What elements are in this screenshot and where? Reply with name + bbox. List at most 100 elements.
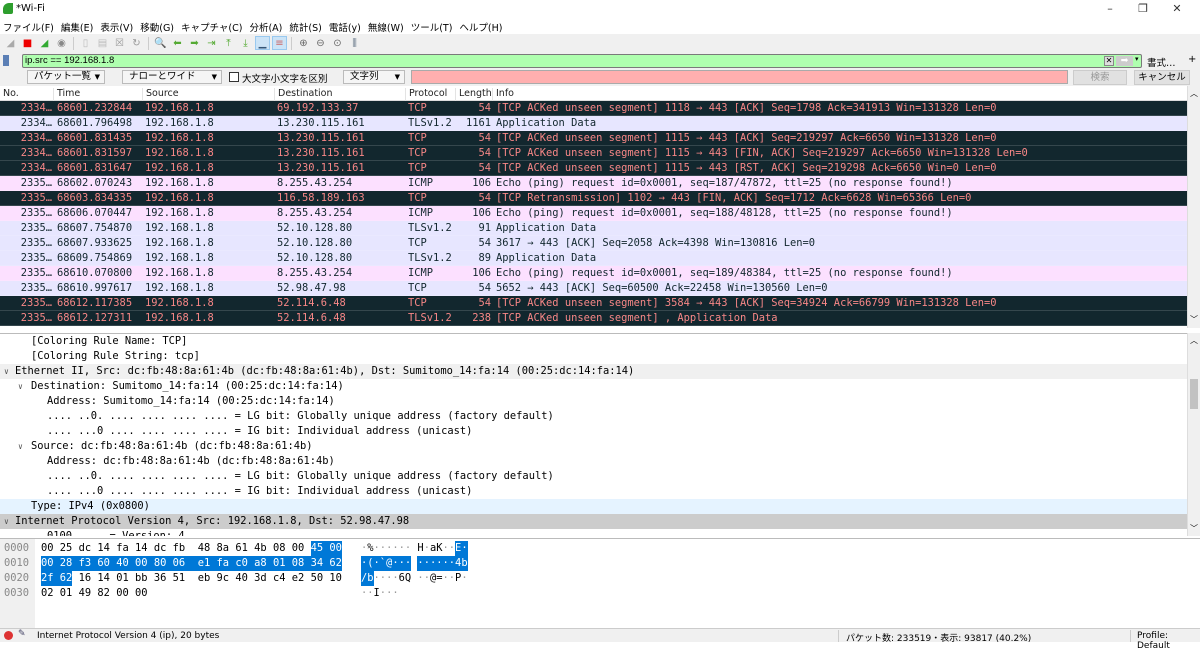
hex-byte[interactable]: 08 <box>291 556 311 571</box>
maximize-button[interactable]: ❐ <box>1133 2 1153 15</box>
menu-item[interactable]: 電話(y) <box>326 18 365 34</box>
ascii-char[interactable]: Q <box>405 571 411 586</box>
case-sensitive-checkbox[interactable] <box>229 72 239 82</box>
capture-options-icon[interactable]: ◉ <box>54 36 69 50</box>
close-file-icon[interactable]: ☒ <box>112 36 127 50</box>
bookmark-icon[interactable] <box>3 55 9 66</box>
zoom-out-icon[interactable]: ⊖ <box>313 36 328 50</box>
chevron-down-icon[interactable]: ∨ <box>18 379 23 394</box>
hex-byte[interactable]: 60 <box>97 556 117 571</box>
minimize-button[interactable]: – <box>1100 2 1120 15</box>
hex-byte[interactable]: 08 <box>273 541 286 556</box>
packet-row[interactable]: 2334… 68601.831597 192.168.1.8 13.230.115.1… <box>0 146 1187 161</box>
close-button[interactable]: ✕ <box>1167 2 1187 15</box>
stop-capture-icon[interactable]: ■ <box>20 36 35 50</box>
packet-row[interactable]: 2335… 68612.127311 192.168.1.8 52.114.6.48 T… <box>0 311 1187 326</box>
packet-list-scrollbar[interactable]: ︿ ﹀ <box>1187 86 1200 328</box>
format-button[interactable]: 書式… <box>1147 55 1176 69</box>
hex-byte[interactable]: 80 <box>153 556 173 571</box>
tree-item[interactable]: [Coloring Rule String: tcp] <box>0 349 1187 364</box>
hex-byte[interactable]: 00 <box>329 541 342 556</box>
hex-byte[interactable]: a8 <box>254 556 273 571</box>
ascii-char[interactable]: · <box>404 556 412 571</box>
hex-byte[interactable]: 9c <box>217 571 230 586</box>
zoom-normal-icon[interactable]: ⊙ <box>330 36 345 50</box>
ascii-char[interactable]: b <box>461 556 468 571</box>
hex-byte[interactable]: e2 <box>292 571 305 586</box>
ascii-char[interactable]: · <box>405 541 411 556</box>
display-filter-input[interactable]: ip.src == 192.168.1.8 <box>22 54 1142 68</box>
search-button[interactable]: 検索 <box>1073 70 1127 85</box>
hex-byte[interactable]: eb <box>198 571 211 586</box>
hex-byte[interactable]: 16 <box>79 571 92 586</box>
scroll-up-icon[interactable]: ︿ <box>1190 88 1198 99</box>
hex-byte[interactable]: 00 <box>135 586 148 601</box>
status-profile[interactable]: Profile: Default <box>1137 631 1200 651</box>
packet-row[interactable]: 2335… 68610.997617 192.168.1.8 52.98.47.98 T… <box>0 281 1187 296</box>
colorize-icon[interactable]: ≡ <box>272 36 287 50</box>
column-header-length[interactable]: Length <box>455 88 492 101</box>
chevron-down-icon[interactable]: ∨ <box>18 439 23 454</box>
tree-item[interactable]: Address: dc:fb:48:8a:61:4b (dc:fb:48:8a:… <box>0 454 1187 469</box>
menu-item[interactable]: 表示(V) <box>97 18 137 34</box>
packet-row[interactable]: 2335… 68607.933625 192.168.1.8 52.10.128.80… <box>0 236 1187 251</box>
tree-item[interactable]: Address: Sumitomo_14:fa:14 (00:25:dc:14:… <box>0 394 1187 409</box>
go-first-icon[interactable]: ⤒ <box>221 36 236 50</box>
hex-byte[interactable]: fb <box>173 541 186 556</box>
edit-comment-icon[interactable]: ✎ <box>18 629 26 639</box>
chevron-down-icon[interactable]: ∨ <box>4 514 9 529</box>
packet-details-scrollbar[interactable]: ︿ ﹀ <box>1187 333 1200 536</box>
hex-byte[interactable]: 01 <box>60 586 73 601</box>
scroll-down-icon[interactable]: ﹀ <box>1190 314 1198 325</box>
hex-byte[interactable]: 00 <box>116 586 129 601</box>
column-header-time[interactable]: Time <box>53 88 142 101</box>
find-packet-icon[interactable]: 🔍 <box>153 36 168 50</box>
menu-item[interactable]: 移動(G) <box>137 18 178 34</box>
menu-item[interactable]: キャプチャ(C) <box>178 18 246 34</box>
chevron-down-icon[interactable]: ∨ <box>4 364 9 379</box>
hex-byte[interactable]: 01 <box>272 556 292 571</box>
ascii-char[interactable]: · <box>392 586 398 601</box>
hex-byte[interactable]: 14 <box>97 571 110 586</box>
hex-byte[interactable]: 82 <box>97 586 110 601</box>
hex-byte[interactable]: 06 <box>172 556 198 571</box>
hex-byte[interactable]: 49 <box>79 586 92 601</box>
expert-info-icon[interactable] <box>4 631 13 640</box>
hex-byte[interactable]: dc <box>154 541 167 556</box>
hex-byte[interactable]: f3 <box>78 556 98 571</box>
search-type-select[interactable]: 文字列 ▼ <box>343 70 405 84</box>
tree-item[interactable]: .... ..0. .... .... .... .... = LG bit: … <box>0 469 1187 484</box>
menu-item[interactable]: 無線(W) <box>365 18 408 34</box>
go-to-packet-icon[interactable]: ⇥ <box>204 36 219 50</box>
hex-byte[interactable]: 51 <box>173 571 186 586</box>
packet-row[interactable]: 2335… 68603.834335 192.168.1.8 116.58.189.1… <box>0 191 1187 206</box>
shark-fin-start-icon[interactable]: ◢ <box>3 36 18 50</box>
tree-item[interactable]: 0100 .... = Version: 4 <box>0 529 1187 536</box>
filter-history-dropdown-icon[interactable]: ▾ <box>1135 55 1139 63</box>
cancel-button[interactable]: キャンセル <box>1134 70 1190 85</box>
hex-byte[interactable]: 34 <box>310 556 330 571</box>
packet-row[interactable]: 2334… 68601.796498 192.168.1.8 13.230.115.1… <box>0 116 1187 131</box>
hex-byte[interactable]: c4 <box>273 571 286 586</box>
column-header-info[interactable]: Info <box>492 88 1187 101</box>
tree-item[interactable]: .... ...0 .... .... .... .... = IG bit: … <box>0 424 1187 439</box>
hex-byte[interactable]: 14 <box>97 541 110 556</box>
column-header-destination[interactable]: Destination <box>274 88 405 101</box>
menu-item[interactable]: 編集(E) <box>58 18 97 34</box>
column-header-no[interactable]: No. <box>0 88 53 101</box>
zoom-in-icon[interactable]: ⊕ <box>296 36 311 50</box>
tree-item[interactable]: ∨ Destination: Sumitomo_14:fa:14 (00:25:d… <box>0 379 1187 394</box>
hex-byte[interactable]: 14 <box>135 541 148 556</box>
hex-byte[interactable]: e1 <box>197 556 217 571</box>
search-scope-select[interactable]: パケット一覧 ▼ <box>27 70 105 84</box>
file-icon[interactable]: ▤ <box>95 36 110 50</box>
packet-row[interactable]: 2334… 68601.831647 192.168.1.8 13.230.115.1… <box>0 161 1187 176</box>
restart-capture-icon[interactable]: ◢ <box>37 36 52 50</box>
hex-byte[interactable]: 4b <box>254 541 267 556</box>
tree-item[interactable]: ∨ Ethernet II, Src: dc:fb:48:8a:61:4b (dc… <box>0 364 1187 379</box>
tree-item[interactable]: ∨ Source: dc:fb:48:8a:61:4b (dc:fb:48:8a:… <box>0 439 1187 454</box>
hex-byte[interactable]: 01 <box>116 571 129 586</box>
ascii-char[interactable]: · <box>461 541 468 556</box>
tree-item[interactable]: Type: IPv4 (0x0800) <box>0 499 1187 514</box>
packet-row[interactable]: 2335… 68612.117385 192.168.1.8 52.114.6.48 T… <box>0 296 1187 311</box>
